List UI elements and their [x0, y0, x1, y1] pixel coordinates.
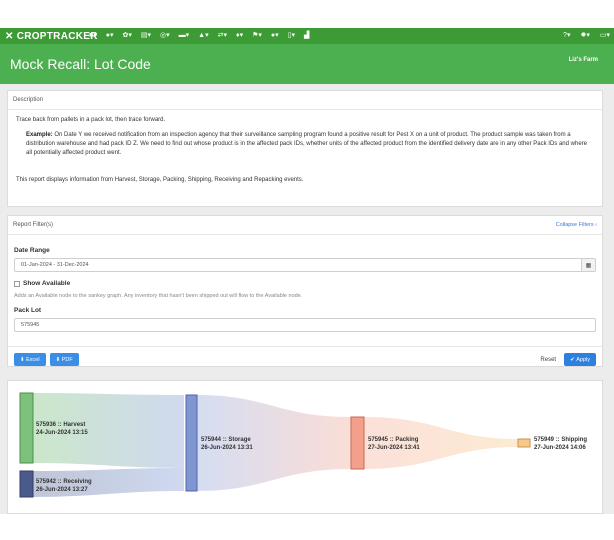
sankey-graph: 575936 :: Harvest 24-Jun-2024 13:15 5759…: [7, 380, 603, 514]
flow-storage-packing: [197, 395, 351, 491]
description-intro: Trace back from pallets in a pack lot, t…: [16, 117, 166, 123]
pack-lot-label: Pack Lot: [14, 307, 42, 314]
chevron-left-icon: ‹: [595, 222, 597, 228]
date-range-input[interactable]: 01-Jan-2024 - 31-Dec-2024 ▦: [14, 258, 596, 272]
description-example: Example: On Date Y we received notificat…: [26, 131, 594, 158]
nav-icons: ■▾ ●▾ ✿▾ ▤▾ ◎▾ ▬▾ ▲▾ ⇄▾ ♦▾ ⚑▾ ●▾ ▯▾ ▟: [89, 28, 318, 44]
pin-icon[interactable]: ♦▾: [236, 28, 243, 44]
node-shipping[interactable]: [517, 438, 531, 448]
node-packing-label: 575945 :: Packing: [368, 437, 419, 443]
app-window: ✕ CROPTRACKER ■▾ ●▾ ✿▾ ▤▾ ◎▾ ▬▾ ▲▾ ⇄▾ ♦▾…: [0, 28, 614, 514]
description-heading-text: Description: [13, 97, 44, 103]
brand-logo[interactable]: ✕ CROPTRACKER: [5, 30, 97, 42]
brand-name: CROPTRACKER: [16, 30, 98, 42]
node-receiving-date: 26-Jun-2024 13:27: [36, 487, 88, 493]
pack-lot-value: 575945: [21, 322, 40, 328]
filters-heading: Report Filter(s) Collapse Filters ‹: [8, 216, 602, 235]
logo-icon: ✕: [5, 30, 14, 42]
apply-label: Apply: [576, 356, 590, 363]
node-shipping-date: 27-Jun-2024 14:06: [534, 445, 586, 451]
page-header: Mock Recall: Lot Code Liz's Farm: [0, 44, 614, 84]
tag-icon[interactable]: ●▾: [106, 28, 114, 44]
flow-packing-shipping: [364, 417, 518, 469]
excel-button[interactable]: ⬇ Excel: [14, 353, 46, 366]
show-available-checkbox[interactable]: [14, 280, 20, 287]
chart-icon[interactable]: ▟: [304, 28, 309, 44]
example-label: Example:: [26, 132, 53, 138]
transfer-icon[interactable]: ⇄▾: [218, 28, 227, 44]
node-storage[interactable]: [185, 394, 198, 492]
node-storage-label: 575944 :: Storage: [201, 437, 251, 443]
node-packing[interactable]: [350, 416, 365, 470]
calendar-icon[interactable]: ▦: [581, 259, 595, 271]
node-harvest[interactable]: [19, 392, 34, 464]
reset-button[interactable]: Reset: [540, 357, 556, 363]
node-receiving[interactable]: [19, 470, 34, 498]
collapse-filters-label: Collapse Filters: [555, 222, 594, 228]
flag-icon[interactable]: ⚑▾: [252, 28, 262, 44]
clipboard-icon[interactable]: ▤▾: [141, 28, 151, 44]
node-storage-date: 26-Jun-2024 13:31: [201, 445, 253, 451]
show-available-row: Show Available: [14, 280, 596, 287]
node-packing-date: 27-Jun-2024 13:41: [368, 445, 420, 451]
description-panel: Description Trace back from pallets in a…: [7, 90, 603, 207]
node-receiving-label: 575942 :: Receiving: [36, 479, 92, 485]
farm-name[interactable]: Liz's Farm: [569, 57, 598, 63]
tractor-icon[interactable]: ◎▾: [160, 28, 170, 44]
node-harvest-date: 24-Jun-2024 13:15: [36, 430, 88, 436]
excel-label: Excel: [26, 356, 40, 363]
phone-icon[interactable]: ▯▾: [288, 28, 295, 44]
description-heading: Description: [8, 91, 602, 110]
location-icon[interactable]: ●▾: [271, 28, 279, 44]
person-icon[interactable]: ▲▾: [198, 28, 208, 44]
show-available-label: Show Available: [23, 280, 71, 287]
help-icon[interactable]: ?▾: [563, 28, 570, 44]
page-title: Mock Recall: Lot Code: [10, 56, 151, 72]
nav-right: ?▾ ✹▾ ▭▾: [553, 28, 614, 44]
sprout-icon[interactable]: ✿▾: [123, 28, 132, 44]
date-range-value: 01-Jan-2024 - 31-Dec-2024: [21, 262, 89, 268]
example-text: On Date Y we received notification from …: [26, 132, 587, 156]
description-footer: This report displays information from Ha…: [16, 177, 304, 183]
apply-button[interactable]: ✔ Apply: [564, 353, 596, 366]
bookmark-icon[interactable]: ■▾: [89, 28, 97, 44]
filters-heading-text: Report Filter(s): [13, 222, 54, 228]
more-icon[interactable]: ▭▾: [600, 28, 610, 44]
filter-actions: ⬇ Excel ⬇ PDF Reset ✔ Apply: [8, 346, 602, 372]
collapse-filters-link[interactable]: Collapse Filters ‹: [556, 222, 597, 228]
top-nav: ✕ CROPTRACKER ■▾ ●▾ ✿▾ ▤▾ ◎▾ ▬▾ ▲▾ ⇄▾ ♦▾…: [0, 28, 614, 44]
filters-body: Date Range 01-Jan-2024 - 31-Dec-2024 ▦ S…: [8, 235, 602, 336]
filters-panel: Report Filter(s) Collapse Filters ‹ Date…: [7, 215, 603, 367]
node-shipping-label: 575949 :: Shipping: [534, 437, 587, 443]
description-body: Trace back from pallets in a pack lot, t…: [8, 110, 602, 191]
show-available-hint: Adds an Available node to the sankey gra…: [14, 293, 303, 299]
truck-icon[interactable]: ▬▾: [179, 28, 190, 44]
date-range-label: Date Range: [14, 247, 50, 254]
node-harvest-label: 575936 :: Harvest: [36, 422, 85, 428]
pack-lot-input[interactable]: 575945: [14, 318, 596, 332]
pdf-button[interactable]: ⬇ PDF: [49, 353, 79, 366]
pdf-label: PDF: [61, 356, 73, 363]
settings-icon[interactable]: ✹▾: [580, 28, 589, 44]
sankey-svg: 575936 :: Harvest 24-Jun-2024 13:15 5759…: [19, 392, 587, 498]
